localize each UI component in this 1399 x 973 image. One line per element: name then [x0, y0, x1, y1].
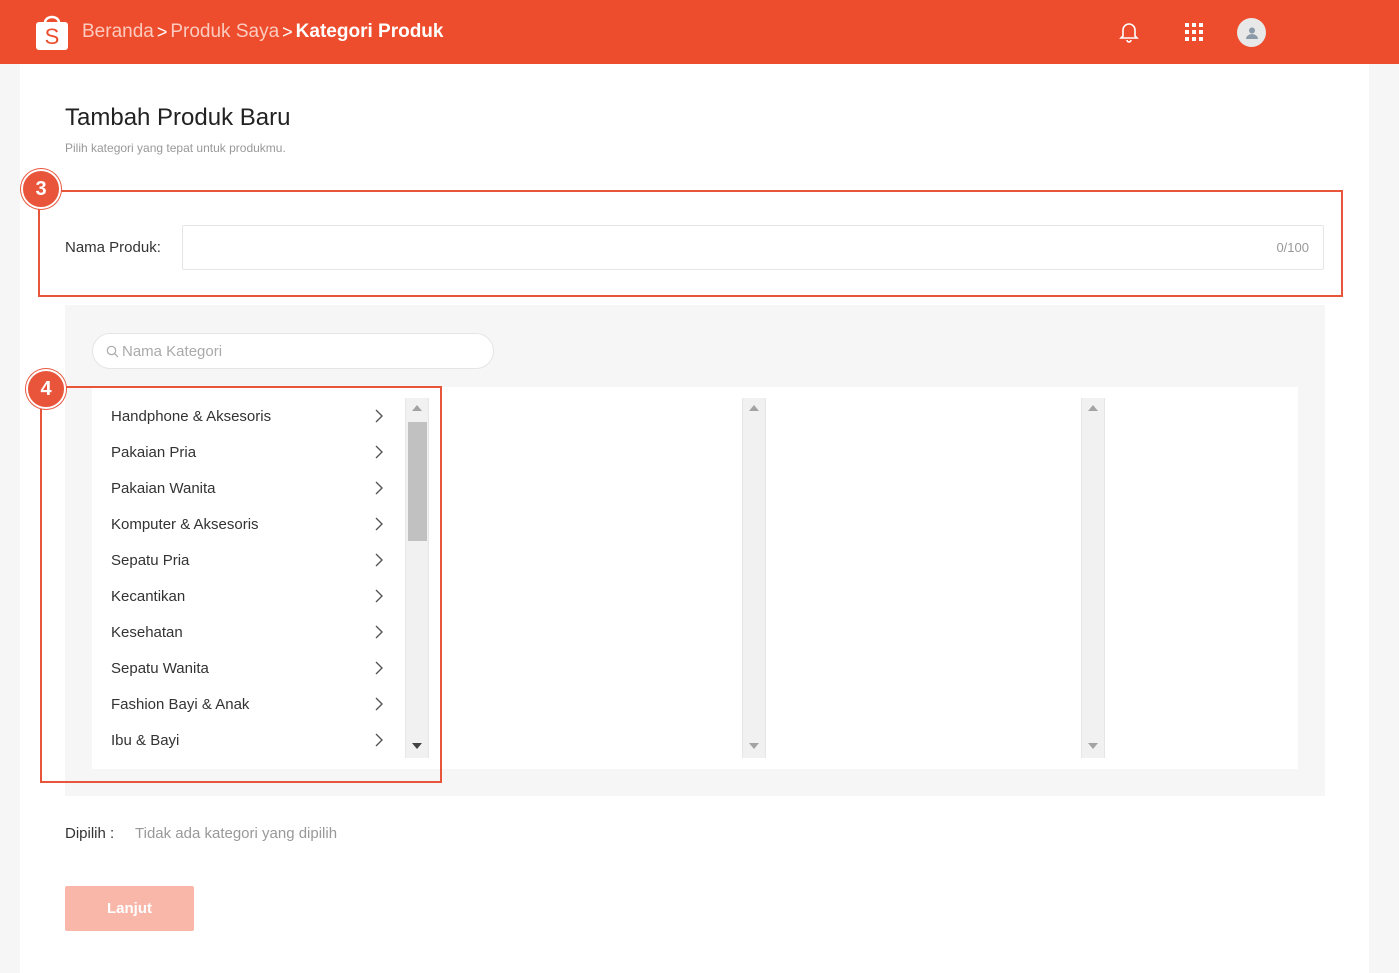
selected-value: Tidak ada kategori yang dipilih	[135, 825, 338, 842]
callout-badge-step-4: 4	[26, 369, 66, 409]
scroll-up-arrow-icon[interactable]	[1088, 405, 1098, 411]
breadcrumb-separator: >	[282, 21, 293, 42]
breadcrumb-item-beranda[interactable]: Beranda	[82, 21, 154, 43]
breadcrumb-item-current: Kategori Produk	[295, 21, 444, 42]
scrollbar-level-3[interactable]	[1081, 398, 1105, 758]
bell-icon[interactable]	[1115, 18, 1143, 46]
shopee-logo-icon[interactable]: S	[34, 11, 70, 51]
breadcrumb-item-produk-saya[interactable]: Produk Saya	[170, 21, 279, 43]
page-title: Tambah Produk Baru	[65, 104, 291, 131]
category-search[interactable]	[92, 333, 494, 369]
top-bar: S Beranda > Produk Saya > Kategori Produ…	[0, 0, 1399, 64]
category-search-input[interactable]	[122, 342, 462, 360]
breadcrumb-separator: >	[156, 21, 168, 42]
scrollbar-level-2[interactable]	[742, 398, 766, 758]
callout-badge-step-3: 3	[21, 169, 61, 209]
callout-box-step-4	[40, 386, 442, 783]
search-icon	[106, 345, 119, 357]
scroll-up-arrow-icon[interactable]	[749, 405, 759, 411]
callout-box-step-3	[38, 190, 1343, 297]
next-button[interactable]: Lanjut	[65, 886, 194, 931]
scroll-down-arrow-icon[interactable]	[749, 743, 759, 749]
user-avatar-icon[interactable]	[1237, 18, 1266, 47]
svg-text:S: S	[45, 24, 60, 49]
scroll-down-arrow-icon[interactable]	[1088, 743, 1098, 749]
selected-label: Dipilih :	[65, 825, 115, 842]
page-subtitle: Pilih kategori yang tepat untuk produkmu…	[65, 141, 286, 155]
apps-grid-icon[interactable]	[1180, 18, 1208, 46]
breadcrumb: Beranda > Produk Saya > Kategori Produk	[82, 0, 443, 64]
